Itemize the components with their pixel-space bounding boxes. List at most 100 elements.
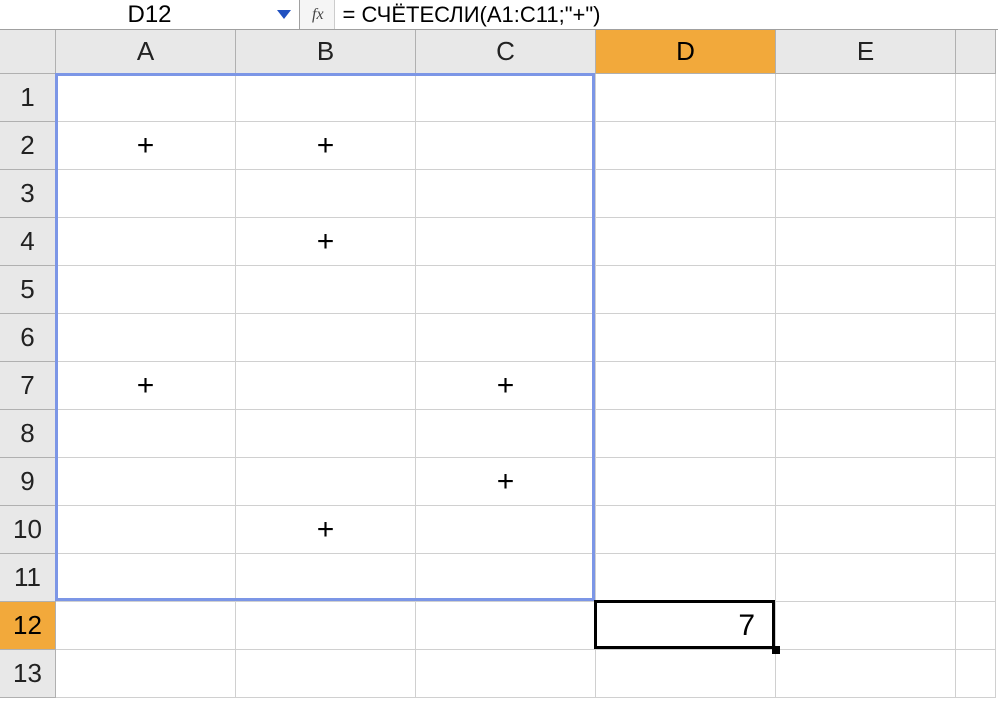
row-header-7[interactable]: 7 xyxy=(0,362,56,410)
cell-D4[interactable] xyxy=(596,218,776,266)
cell-E5[interactable] xyxy=(776,266,956,314)
row-header-4[interactable]: 4 xyxy=(0,218,56,266)
cell-partial-8[interactable] xyxy=(956,410,996,458)
row-header-8[interactable]: 8 xyxy=(0,410,56,458)
cell-A2[interactable]: + xyxy=(56,122,236,170)
cell-A7[interactable]: + xyxy=(56,362,236,410)
fill-handle[interactable] xyxy=(772,646,780,654)
cell-E10[interactable] xyxy=(776,506,956,554)
cell-B13[interactable] xyxy=(236,650,416,698)
row-header-12[interactable]: 12 xyxy=(0,602,56,650)
cell-A13[interactable] xyxy=(56,650,236,698)
cell-partial-1[interactable] xyxy=(956,74,996,122)
cell-B2[interactable]: + xyxy=(236,122,416,170)
cell-D10[interactable] xyxy=(596,506,776,554)
cell-E1[interactable] xyxy=(776,74,956,122)
select-all-corner[interactable] xyxy=(0,30,56,74)
cell-B6[interactable] xyxy=(236,314,416,362)
col-header-D[interactable]: D xyxy=(596,30,776,74)
col-header-C[interactable]: C xyxy=(416,30,596,74)
col-header-partial[interactable] xyxy=(956,30,996,74)
cell-B3[interactable] xyxy=(236,170,416,218)
cell-partial-7[interactable] xyxy=(956,362,996,410)
row-header-2[interactable]: 2 xyxy=(0,122,56,170)
cell-D8[interactable] xyxy=(596,410,776,458)
cell-A8[interactable] xyxy=(56,410,236,458)
cell-partial-11[interactable] xyxy=(956,554,996,602)
cell-E11[interactable] xyxy=(776,554,956,602)
cell-D6[interactable] xyxy=(596,314,776,362)
cell-B9[interactable] xyxy=(236,458,416,506)
formula-input[interactable]: = СЧЁТЕСЛИ(A1:C11;"+") xyxy=(334,0,998,29)
cell-B1[interactable] xyxy=(236,74,416,122)
cell-B12[interactable] xyxy=(236,602,416,650)
col-header-B[interactable]: B xyxy=(236,30,416,74)
cell-partial-5[interactable] xyxy=(956,266,996,314)
cell-C7[interactable]: + xyxy=(416,362,596,410)
row-header-11[interactable]: 11 xyxy=(0,554,56,602)
cell-A3[interactable] xyxy=(56,170,236,218)
cell-A5[interactable] xyxy=(56,266,236,314)
cell-E4[interactable] xyxy=(776,218,956,266)
row-header-1[interactable]: 1 xyxy=(0,74,56,122)
cell-C1[interactable] xyxy=(416,74,596,122)
row-header-9[interactable]: 9 xyxy=(0,458,56,506)
cell-A10[interactable] xyxy=(56,506,236,554)
cell-E13[interactable] xyxy=(776,650,956,698)
cell-C12[interactable] xyxy=(416,602,596,650)
cell-partial-3[interactable] xyxy=(956,170,996,218)
row-header-10[interactable]: 10 xyxy=(0,506,56,554)
cell-C4[interactable] xyxy=(416,218,596,266)
name-box[interactable]: D12 xyxy=(0,0,300,29)
fx-icon[interactable]: fx xyxy=(312,6,324,24)
row-header-6[interactable]: 6 xyxy=(0,314,56,362)
cell-partial-13[interactable] xyxy=(956,650,996,698)
cell-partial-6[interactable] xyxy=(956,314,996,362)
cell-E2[interactable] xyxy=(776,122,956,170)
cell-D5[interactable] xyxy=(596,266,776,314)
cell-B8[interactable] xyxy=(236,410,416,458)
cell-D1[interactable] xyxy=(596,74,776,122)
cell-D9[interactable] xyxy=(596,458,776,506)
cell-B11[interactable] xyxy=(236,554,416,602)
cell-A12[interactable] xyxy=(56,602,236,650)
cell-C3[interactable] xyxy=(416,170,596,218)
cell-C2[interactable] xyxy=(416,122,596,170)
cell-B7[interactable] xyxy=(236,362,416,410)
cell-C13[interactable] xyxy=(416,650,596,698)
cell-C10[interactable] xyxy=(416,506,596,554)
cell-partial-10[interactable] xyxy=(956,506,996,554)
cell-A11[interactable] xyxy=(56,554,236,602)
cell-C11[interactable] xyxy=(416,554,596,602)
cell-C8[interactable] xyxy=(416,410,596,458)
cell-D3[interactable] xyxy=(596,170,776,218)
name-box-dropdown-icon[interactable] xyxy=(277,10,291,19)
cell-E8[interactable] xyxy=(776,410,956,458)
cell-E3[interactable] xyxy=(776,170,956,218)
cell-A4[interactable] xyxy=(56,218,236,266)
cell-partial-9[interactable] xyxy=(956,458,996,506)
row-header-3[interactable]: 3 xyxy=(0,170,56,218)
cell-C5[interactable] xyxy=(416,266,596,314)
cell-E12[interactable] xyxy=(776,602,956,650)
cell-B4[interactable]: + xyxy=(236,218,416,266)
cell-D2[interactable] xyxy=(596,122,776,170)
cell-D12[interactable]: 7 xyxy=(596,602,776,650)
cell-B5[interactable] xyxy=(236,266,416,314)
cell-E6[interactable] xyxy=(776,314,956,362)
col-header-A[interactable]: A xyxy=(56,30,236,74)
cell-D13[interactable] xyxy=(596,650,776,698)
cell-E7[interactable] xyxy=(776,362,956,410)
cell-A6[interactable] xyxy=(56,314,236,362)
cell-D11[interactable] xyxy=(596,554,776,602)
spreadsheet-grid[interactable]: ABCDE12++34+567++89+10+1112713 xyxy=(0,30,998,698)
cell-D7[interactable] xyxy=(596,362,776,410)
cell-A1[interactable] xyxy=(56,74,236,122)
cell-A9[interactable] xyxy=(56,458,236,506)
col-header-E[interactable]: E xyxy=(776,30,956,74)
cell-partial-12[interactable] xyxy=(956,602,996,650)
row-header-13[interactable]: 13 xyxy=(0,650,56,698)
cell-E9[interactable] xyxy=(776,458,956,506)
cell-C9[interactable]: + xyxy=(416,458,596,506)
cell-partial-2[interactable] xyxy=(956,122,996,170)
